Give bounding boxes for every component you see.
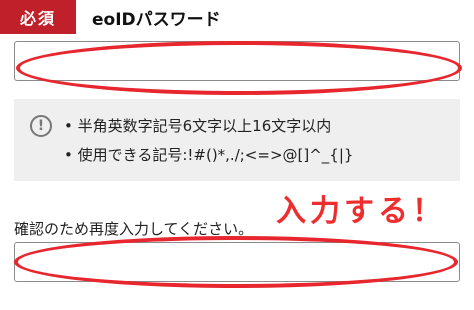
hint-symbols: 使用できる記号:!#()*,./;<=>@[]^_{|} bbox=[64, 141, 354, 170]
required-badge: 必須 bbox=[0, 0, 76, 34]
confirm-password-label: 確認のため再度入力してください。 bbox=[14, 220, 254, 238]
confirm-password-input[interactable] bbox=[14, 242, 460, 282]
annotation-callout: 入力する！ bbox=[276, 194, 446, 229]
hint-length: 半角英数字記号6文字以上16文字以内 bbox=[64, 112, 353, 141]
password-hint-panel: ! 半角英数字記号6文字以上16文字以内 使用できる記号:!#()*,./;<=… bbox=[14, 99, 460, 181]
password-input[interactable] bbox=[14, 41, 460, 81]
warning-circle-icon: ! bbox=[30, 115, 52, 137]
password-field-title: eoIDパスワード bbox=[92, 10, 221, 30]
hint-list: 半角英数字記号6文字以上16文字以内 使用できる記号:!#()*,./;<=>@… bbox=[64, 112, 354, 170]
